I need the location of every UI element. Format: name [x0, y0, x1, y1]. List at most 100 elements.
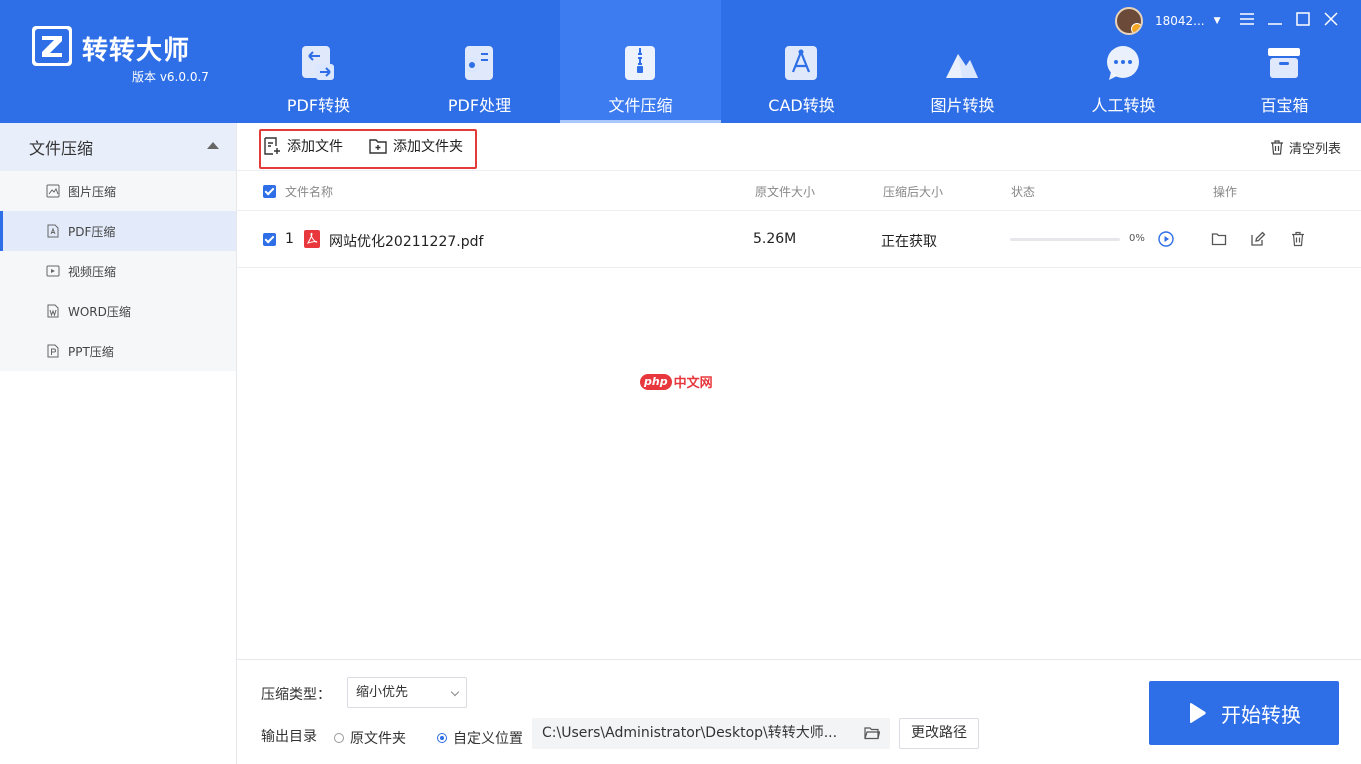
app-brand: 转转大师 — [82, 36, 191, 66]
row-original-size: 5.26M — [753, 231, 797, 247]
tab-label: 图片转换 — [930, 96, 995, 115]
image-file-icon — [46, 184, 60, 198]
play-icon[interactable] — [1158, 231, 1174, 247]
tab-label: 百宝箱 — [1260, 96, 1309, 115]
add-file-icon — [264, 137, 280, 155]
sidebar-item-label: 视频压缩 — [68, 264, 117, 279]
play-icon — [1190, 703, 1206, 723]
sidebar-item-ppt-compress[interactable]: PPT压缩 — [0, 331, 236, 371]
watermark-text: 中文网 — [673, 376, 713, 391]
row-progress-text: 0% — [1129, 233, 1145, 244]
toolbox-icon — [1268, 48, 1300, 78]
tab-pdf-process[interactable]: PDF处理 — [399, 0, 560, 123]
file-compress-icon — [625, 46, 655, 80]
tab-pdf-convert[interactable]: PDF转换 — [238, 0, 399, 123]
tab-label: PDF转换 — [286, 96, 351, 115]
radio-unselected-icon — [334, 733, 344, 743]
word-file-icon — [47, 304, 59, 318]
col-original-size: 原文件大小 — [755, 185, 816, 199]
add-folder-icon — [369, 139, 387, 154]
col-status: 状态 — [1011, 185, 1036, 199]
app-version: 版本 v6.0.0.7 — [132, 70, 209, 84]
sidebar-item-word-compress[interactable]: WORD压缩 — [0, 291, 236, 331]
sidebar-item-label: WORD压缩 — [68, 304, 131, 319]
radio-original-label: 原文件夹 — [350, 731, 406, 747]
pdf-file-icon — [47, 224, 59, 238]
radio-selected-icon — [437, 733, 447, 743]
edit-icon[interactable] — [1250, 231, 1266, 247]
sidebar-item-video-compress[interactable]: 视频压缩 — [0, 251, 236, 291]
compress-type-value: 缩小优先 — [356, 685, 409, 700]
output-path-value: C:\Users\Administrator\Desktop\转转大师... — [542, 725, 838, 741]
sidebar-group-header[interactable]: 文件压缩 — [0, 123, 236, 171]
sidebar-item-pdf-compress[interactable]: PDF压缩 — [0, 211, 236, 251]
sidebar-list: 图片压缩 PDF压缩 视频压缩 WORD压缩 PPT压缩 — [0, 171, 236, 371]
image-convert-icon — [946, 54, 978, 78]
change-path-button[interactable]: 更改路径 — [899, 718, 979, 749]
tab-label: CAD转换 — [768, 96, 835, 115]
tab-image-convert[interactable]: 图片转换 — [882, 0, 1043, 123]
compress-type-label: 压缩类型： — [261, 687, 331, 703]
close-icon[interactable] — [1321, 9, 1341, 29]
cad-convert-icon — [785, 46, 817, 80]
maximize-icon[interactable] — [1293, 9, 1313, 29]
pdf-file-icon — [304, 230, 320, 248]
compress-type-select[interactable]: 缩小优先 — [347, 677, 467, 708]
add-file-label: 添加文件 — [287, 139, 343, 155]
file-table-header: 文件名称 原文件大小 压缩后大小 状态 操作 — [237, 171, 1361, 211]
col-actions: 操作 — [1213, 185, 1238, 199]
video-file-icon — [46, 265, 60, 277]
add-folder-button[interactable]: 添加文件夹 — [369, 136, 463, 156]
add-file-button[interactable]: 添加文件 — [263, 136, 343, 156]
pdf-process-icon — [465, 46, 493, 80]
table-row[interactable]: 1 网站优化20211227.pdf 5.26M 正在获取 0% — [237, 211, 1361, 268]
menu-icon[interactable] — [1237, 9, 1257, 29]
radio-original-folder[interactable]: 原文件夹 — [334, 728, 406, 748]
start-convert-label: 开始转换 — [1221, 702, 1301, 727]
sidebar-item-label: PPT压缩 — [68, 344, 114, 359]
footer-settings: 压缩类型： 缩小优先 输出目录 原文件夹 自定义位置 C:\Users\Admi… — [237, 659, 1361, 764]
file-toolbar: 添加文件 添加文件夹 清空列表 — [237, 123, 1361, 171]
user-menu[interactable]: 18042... ▼ — [1115, 6, 1221, 36]
tab-label: 人工转换 — [1091, 96, 1156, 115]
app-logo-icon — [32, 26, 72, 66]
user-name: 18042... — [1155, 14, 1205, 28]
folder-icon[interactable] — [864, 726, 880, 740]
delete-icon[interactable] — [1290, 231, 1306, 247]
top-header: 转转大师 版本 v6.0.0.7 PDF转换 PDF处理 文件压缩 CAD转换 … — [0, 0, 1361, 123]
clear-list-label: 清空列表 — [1288, 142, 1341, 157]
open-folder-icon[interactable] — [1211, 231, 1227, 247]
output-path-field[interactable]: C:\Users\Administrator\Desktop\转转大师... — [532, 718, 890, 749]
sidebar-item-image-compress[interactable]: 图片压缩 — [0, 171, 236, 211]
radio-custom-location[interactable]: 自定义位置 — [437, 728, 523, 748]
sidebar-item-label: 图片压缩 — [68, 184, 117, 199]
tab-file-compress[interactable]: 文件压缩 — [560, 0, 721, 123]
sidebar-item-label: PDF压缩 — [68, 224, 116, 239]
tab-label: 文件压缩 — [608, 96, 673, 115]
radio-custom-label: 自定义位置 — [453, 731, 523, 747]
pdf-convert-icon — [302, 46, 334, 80]
row-compressed-size: 正在获取 — [881, 234, 937, 250]
output-dir-label: 输出目录 — [261, 729, 317, 745]
row-progress-bar — [1010, 238, 1120, 241]
manual-convert-icon — [1107, 46, 1139, 80]
start-convert-button[interactable]: 开始转换 — [1149, 681, 1339, 745]
chevron-down-icon — [450, 687, 460, 697]
caret-down-icon: ▼ — [1213, 16, 1221, 26]
tab-label: PDF处理 — [447, 96, 512, 115]
minimize-icon[interactable] — [1265, 9, 1285, 29]
row-index: 1 — [285, 231, 294, 247]
caret-up-icon — [207, 142, 219, 149]
select-all-checkbox[interactable] — [263, 185, 276, 198]
avatar — [1115, 7, 1143, 35]
sidebar: 文件压缩 图片压缩 PDF压缩 视频压缩 WORD压缩 PPT压缩 — [0, 123, 237, 764]
tab-cad-convert[interactable]: CAD转换 — [721, 0, 882, 123]
row-file-name: 网站优化20211227.pdf — [329, 234, 484, 250]
row-checkbox[interactable] — [263, 233, 276, 246]
trash-icon — [1270, 140, 1283, 155]
sidebar-group-label: 文件压缩 — [29, 139, 94, 158]
clear-list-button[interactable]: 清空列表 — [1270, 138, 1341, 157]
col-file-name: 文件名称 — [285, 185, 334, 199]
col-compressed-size: 压缩后大小 — [883, 185, 944, 199]
watermark: php 中文网 — [640, 372, 713, 391]
